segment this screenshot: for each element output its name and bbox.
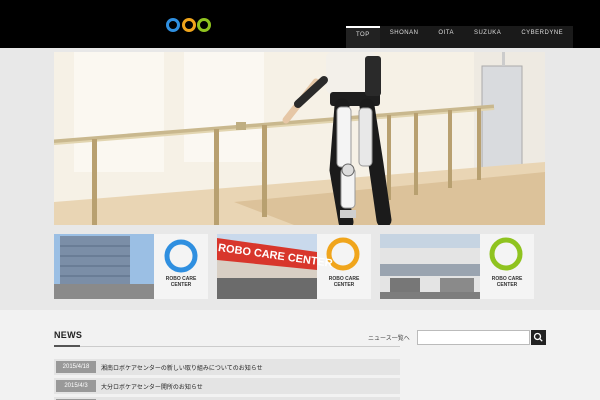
thumbnail-shonan[interactable]: ROBO CARE CENTER [54, 234, 208, 299]
thumbnail-photo [54, 234, 208, 299]
hero-photo [54, 52, 545, 225]
news-link[interactable]: 湘南ロボケアセンターの新しい取り組みについてのお知らせ [101, 363, 263, 372]
news-link[interactable]: 大分ロボケアセンター開所のお知らせ [101, 382, 203, 391]
news-divider [54, 346, 400, 347]
site-logo[interactable] [166, 18, 212, 34]
hero-image [54, 52, 545, 225]
nav-item-suzuka[interactable]: SUZUKA [464, 26, 511, 48]
news-date: 2015/4/3 [56, 380, 96, 392]
news-item: 2015/4/3 大分ロボケアセンター開所のお知らせ [54, 378, 400, 394]
thumbnail-photo [217, 234, 371, 299]
thumbnail-photo [380, 234, 534, 299]
thumbnail-oita[interactable]: ROBO CARE CENTER ROBO CARE CENTER [217, 234, 371, 299]
news-item: 2015/4/18 湘南ロボケアセンターの新しい取り組みについてのお知らせ [54, 359, 400, 375]
thumbnail-suzuka[interactable]: ROBO CARE CENTER [380, 234, 534, 299]
nav-item-oita[interactable]: OITA [428, 26, 464, 48]
search-icon [533, 332, 543, 342]
logo-ring-blue-icon [166, 18, 180, 32]
logo-ring-green-icon [197, 18, 211, 32]
news-date: 2015/4/18 [56, 361, 96, 373]
nav-item-shonan[interactable]: SHONAN [380, 26, 429, 48]
news-more-link[interactable]: ニュース一覧へ [368, 333, 410, 342]
nav-item-cyberdyne[interactable]: CYBERDYNE [511, 26, 573, 48]
site-header: TOP SHONAN OITA SUZUKA CYBERDYNE [0, 0, 600, 48]
sign-line2: CENTER [170, 282, 192, 288]
main-nav: TOP SHONAN OITA SUZUKA CYBERDYNE [346, 26, 574, 48]
news-heading-underline [54, 345, 80, 347]
logo-ring-orange-icon [182, 18, 196, 32]
search-button[interactable] [531, 330, 546, 345]
news-heading: NEWS [54, 330, 83, 340]
sign-line2: CENTER [333, 282, 355, 288]
nav-item-top[interactable]: TOP [346, 26, 380, 48]
sign-line2: CENTER [496, 282, 518, 288]
search-input[interactable] [417, 330, 530, 345]
